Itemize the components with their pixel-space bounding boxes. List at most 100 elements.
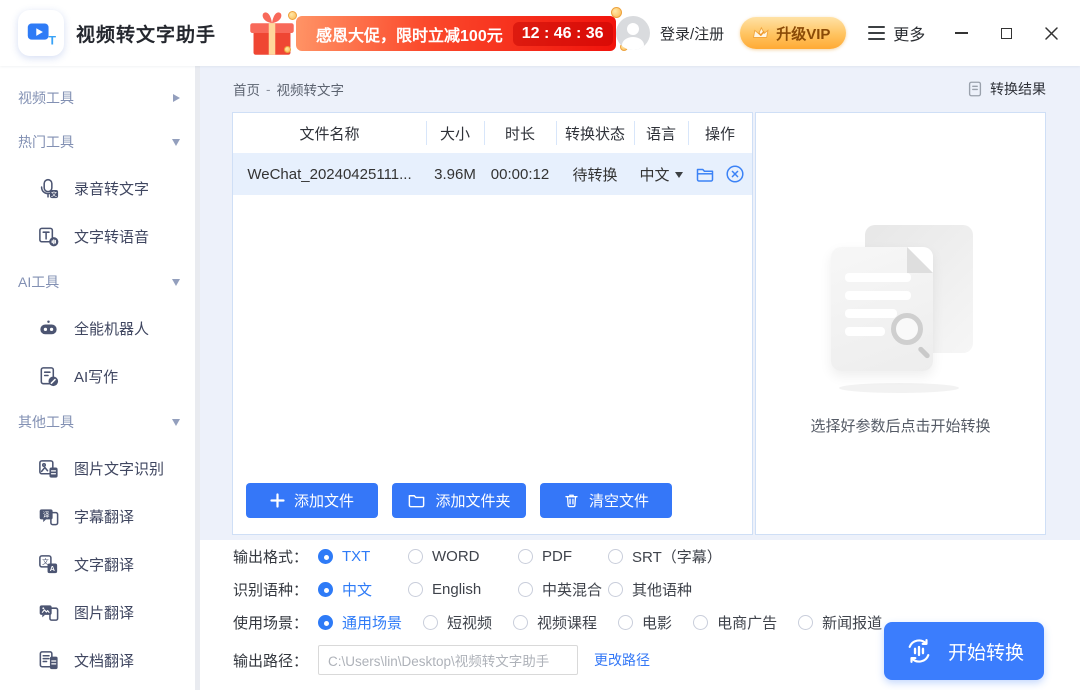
sidebar-item-label: 文档翻译 [74, 650, 134, 671]
radio-scene-news[interactable]: 新闻报道 [798, 612, 882, 633]
add-folder-label: 添加文件夹 [435, 490, 510, 511]
close-button[interactable] [1043, 23, 1060, 43]
radio-label: 电商广告 [717, 612, 777, 633]
clear-files-button[interactable]: 清空文件 [540, 483, 672, 518]
radio-label: 电影 [642, 612, 672, 633]
login-register-link[interactable]: 登录/注册 [660, 23, 724, 44]
radio-icon [608, 549, 623, 564]
convert-icon [904, 636, 934, 666]
radio-scene-video-course[interactable]: 视频课程 [513, 612, 597, 633]
language-dropdown[interactable]: 中文 [634, 164, 688, 185]
radio-label: 视频课程 [537, 612, 597, 633]
maximize-button[interactable] [998, 23, 1015, 43]
sidebar-item-document-translate[interactable]: 文档翻译 [0, 636, 200, 684]
mic-icon: 文 [36, 176, 60, 200]
radio-label: SRT（字幕） [632, 546, 722, 567]
result-label: 转换结果 [990, 79, 1046, 99]
breadcrumb-home[interactable]: 首页 [233, 79, 260, 99]
minimize-button[interactable] [953, 23, 970, 43]
sidebar-item-text-to-speech[interactable]: 文字转语音 [0, 212, 200, 260]
file-list-panel: 文件名称 大小 时长 转换状态 语言 操作 WeChat_20240425111… [232, 112, 753, 535]
coin-icon [611, 7, 622, 18]
sidebar-item-label: AI写作 [74, 366, 118, 387]
radio-format-srt[interactable]: SRT（字幕） [608, 546, 722, 567]
radio-lang-mixed[interactable]: 中英混合 [518, 579, 608, 600]
radio-label: 中英混合 [542, 579, 602, 600]
sidebar-item-text-translate[interactable]: 文 A 文字翻译 [0, 540, 200, 588]
settings-form: 输出格式： TXT WORD PDF SRT（字幕） 识别语种： 中文 Engl… [200, 540, 1080, 690]
radio-scene-short-video[interactable]: 短视频 [423, 612, 492, 633]
sidebar-section-other-tools[interactable]: 其他工具 [0, 400, 200, 444]
radio-label: 其他语种 [632, 579, 692, 600]
page-front-icon [831, 247, 933, 371]
column-header-language: 语言 [634, 113, 688, 153]
radio-scene-ecommerce-ad[interactable]: 电商广告 [693, 612, 777, 633]
clear-files-label: 清空文件 [589, 490, 649, 511]
radio-scene-general[interactable]: 通用场景 [318, 612, 402, 633]
output-format-label: 输出格式： [233, 546, 318, 567]
open-folder-icon[interactable] [695, 164, 715, 184]
sidebar: 视频工具 热门工具 文 录音转文字 [0, 66, 200, 690]
breadcrumb-separator: - [266, 82, 271, 97]
ai-writing-icon [36, 364, 60, 388]
svg-text:T: T [49, 33, 57, 47]
add-folder-icon [407, 491, 426, 510]
sidebar-item-label: 文字转语音 [74, 226, 149, 247]
sidebar-item-image-ocr[interactable]: 图片文字识别 [0, 444, 200, 492]
add-file-button[interactable]: 添加文件 [246, 483, 378, 518]
output-path-input[interactable] [318, 645, 578, 675]
radio-icon [693, 615, 708, 630]
radio-format-word[interactable]: WORD [408, 548, 518, 565]
caret-down-icon [675, 172, 683, 178]
sidebar-item-audio-to-text[interactable]: 文 录音转文字 [0, 164, 200, 212]
sidebar-section-hot-tools[interactable]: 热门工具 [0, 120, 200, 164]
more-label[interactable]: 更多 [893, 21, 925, 45]
chevron-down-icon [172, 279, 180, 286]
robot-icon [36, 316, 60, 340]
upgrade-vip-button[interactable]: 升级VIP [740, 17, 846, 49]
column-header-size: 大小 [426, 113, 484, 153]
table-row[interactable]: WeChat_20240425111... 3.96M 00:00:12 待转换… [233, 153, 752, 195]
sidebar-item-ai-robot[interactable]: 全能机器人 [0, 304, 200, 352]
radio-lang-other[interactable]: 其他语种 [608, 579, 692, 600]
radio-icon [318, 582, 333, 597]
sidebar-item-label: 图片翻译 [74, 602, 134, 623]
change-path-link[interactable]: 更改路径 [594, 650, 650, 670]
result-doc-icon [966, 80, 984, 98]
file-duration-cell: 00:00:12 [484, 166, 556, 183]
start-convert-button[interactable]: 开始转换 [884, 622, 1044, 680]
section-label: 其他工具 [18, 412, 172, 432]
promo-text: 感恩大促，限时立减100元 [316, 22, 503, 46]
radio-icon [513, 615, 528, 630]
sidebar-item-label: 录音转文字 [74, 178, 149, 199]
radio-lang-chinese[interactable]: 中文 [318, 579, 408, 600]
sidebar-section-video-tools[interactable]: 视频工具 [0, 76, 200, 120]
sidebar-item-image-translate[interactable]: 图片翻译 [0, 588, 200, 636]
output-path-label: 输出路径： [233, 650, 318, 671]
radio-lang-english[interactable]: English [408, 581, 518, 598]
file-status-cell: 待转换 [556, 164, 634, 185]
add-folder-button[interactable]: 添加文件夹 [392, 483, 526, 518]
sidebar-item-subtitle-translate[interactable]: 译 字幕翻译 [0, 492, 200, 540]
document-translate-icon [36, 648, 60, 672]
conversion-result-button[interactable]: 转换结果 [966, 79, 1046, 99]
close-icon [1044, 26, 1059, 41]
promo-banner[interactable]: 感恩大促，限时立减100元 12 : 46 : 36 [244, 11, 616, 55]
plus-icon [270, 493, 285, 508]
sidebar-item-ai-writing[interactable]: AI写作 [0, 352, 200, 400]
chevron-down-icon [172, 419, 180, 426]
radio-label: 中文 [342, 579, 372, 600]
radio-format-pdf[interactable]: PDF [518, 548, 608, 565]
radio-format-txt[interactable]: TXT [318, 548, 408, 565]
radio-scene-movie[interactable]: 电影 [618, 612, 672, 633]
remove-file-icon[interactable] [725, 164, 745, 184]
sidebar-section-ai-tools[interactable]: AI工具 [0, 260, 200, 304]
section-label: AI工具 [18, 272, 172, 292]
chevron-down-icon [172, 139, 180, 146]
vip-label: 升级VIP [776, 23, 830, 44]
more-menu-icon[interactable] [868, 26, 885, 40]
maximize-icon [1001, 28, 1012, 39]
avatar[interactable] [616, 16, 650, 50]
recognition-language-row: 识别语种： 中文 English 中英混合 其他语种 [233, 573, 1080, 606]
coin-icon [284, 46, 291, 53]
